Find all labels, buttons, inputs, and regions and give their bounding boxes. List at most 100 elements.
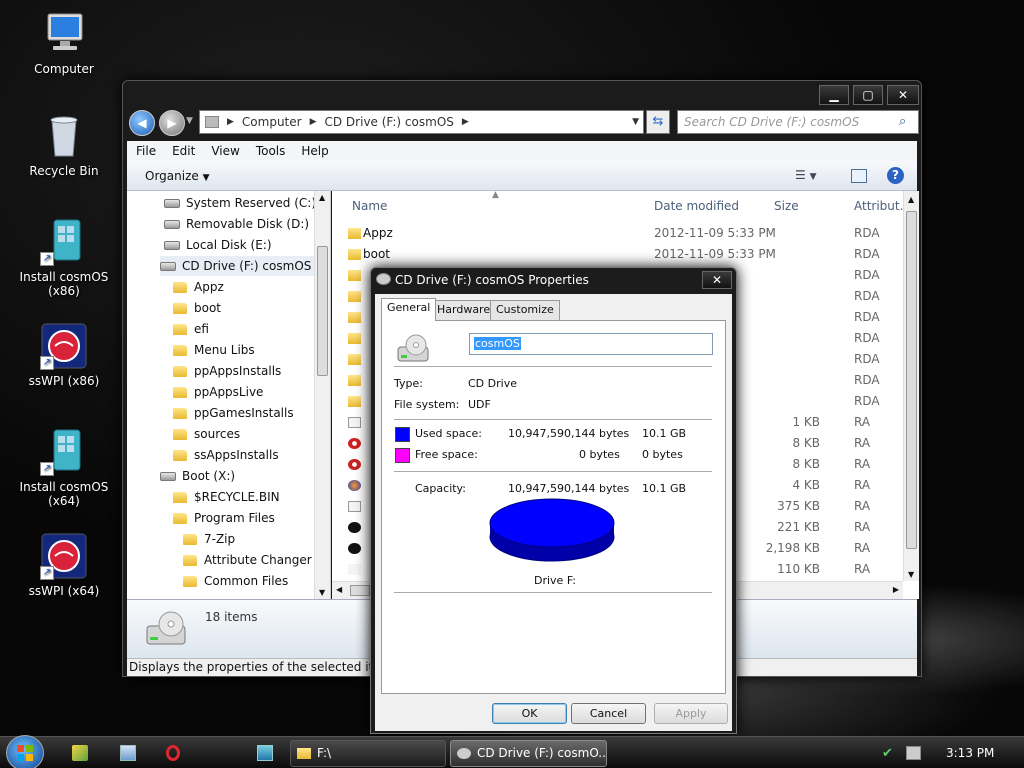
scroll-down-arrow[interactable]: ▼ — [908, 570, 914, 579]
desktop-icon-recycle-bin[interactable]: Recycle Bin — [5, 112, 123, 178]
back-button[interactable]: ◀ — [129, 110, 155, 136]
menu-file[interactable]: File — [136, 141, 156, 161]
scroll-down-arrow[interactable]: ▼ — [319, 588, 325, 597]
tree-item[interactable]: ppAppsLive — [173, 382, 263, 402]
tree-item[interactable]: Menu Libs — [173, 340, 255, 360]
used-space-gb: 10.1 GB — [642, 427, 687, 440]
tree-item[interactable]: $RECYCLE.BIN — [173, 487, 280, 507]
drive-caption: Drive F: — [534, 574, 577, 587]
clock[interactable]: 3:13 PM — [946, 746, 994, 760]
dialog-close-button[interactable]: ✕ — [702, 271, 732, 289]
tree-item[interactable]: CD Drive (F:) cosmOS — [160, 256, 320, 276]
quicklaunch-pencil-icon[interactable] — [72, 745, 88, 761]
tree-item[interactable]: boot — [173, 298, 221, 318]
column-header-name[interactable]: Name — [352, 199, 387, 213]
column-header-date-modified[interactable]: Date modified — [654, 199, 739, 213]
tree-item-label: System Reserved (C:) — [186, 196, 317, 210]
tree-item[interactable]: System Reserved (C:) — [164, 193, 316, 213]
nav-scrollbar[interactable]: ▲ ▼ — [314, 191, 330, 599]
cell-size: 110 KB — [777, 562, 820, 576]
help-icon[interactable]: ? — [887, 167, 904, 184]
cell-size: 375 KB — [777, 499, 820, 513]
preview-pane-button[interactable] — [851, 169, 867, 183]
tree-item[interactable]: Attribute Changer — [183, 550, 312, 570]
breadcrumb-cd-drive[interactable]: CD Drive (F:) cosmOS — [325, 115, 454, 129]
tree-item[interactable]: Common Files — [183, 571, 288, 591]
recent-pages-dropdown[interactable]: ▼ — [186, 116, 193, 126]
desktop-icon-install-cosmos-x64[interactable]: ↗ Install cosmOS (x64) — [5, 428, 123, 508]
search-input[interactable]: Search CD Drive (F:) cosmOS — [677, 110, 919, 134]
desktop-icon-label: Recycle Bin — [29, 164, 99, 178]
tree-item[interactable]: Removable Disk (D:) — [164, 214, 309, 234]
menu-edit[interactable]: Edit — [172, 141, 195, 161]
folder-icon — [173, 386, 187, 398]
search-icon[interactable]: ⌕ — [899, 114, 906, 129]
apply-button[interactable]: Apply — [654, 703, 728, 724]
desktop-icon-sswpi-x86[interactable]: ↗ ssWPI (x86) — [5, 322, 123, 388]
scroll-thumb[interactable] — [317, 246, 328, 376]
desktop-icon-computer[interactable]: Computer — [5, 10, 123, 76]
refresh-button[interactable]: ⇆ — [646, 110, 670, 134]
quicklaunch-network-icon[interactable] — [257, 745, 273, 761]
tree-item[interactable]: Program Files — [173, 508, 275, 528]
taskbar-button-properties[interactable]: CD Drive (F:) cosmO... — [450, 740, 607, 767]
address-dropdown-icon[interactable]: ▼ — [632, 117, 639, 127]
tree-item[interactable]: sources — [173, 424, 240, 444]
tree-item[interactable]: efi — [173, 319, 209, 339]
scroll-thumb[interactable] — [906, 211, 917, 549]
scroll-up-arrow[interactable]: ▲ — [319, 193, 325, 202]
quicklaunch-opera-icon[interactable] — [166, 745, 180, 761]
cell-attr: RA — [854, 478, 871, 492]
column-header-size[interactable]: Size — [774, 199, 799, 213]
ok-button[interactable]: OK — [492, 703, 567, 724]
tree-item[interactable]: 7-Zip — [183, 529, 235, 549]
address-separator-icon[interactable]: ▶ — [462, 117, 469, 127]
quicklaunch-computer-icon[interactable] — [120, 745, 136, 761]
desktop-icon-sswpi-x64[interactable]: ↗ ssWPI (x64) — [5, 532, 123, 598]
close-button[interactable]: ✕ — [887, 85, 919, 105]
views-button[interactable]: ☰ ▼ — [795, 168, 817, 182]
scroll-right-arrow[interactable]: ▶ — [893, 585, 899, 594]
drive-label-input[interactable]: cosmOS — [469, 333, 713, 355]
file-row[interactable]: boot 2012-11-09 5:33 PM RDA — [332, 244, 902, 265]
file-row[interactable]: Appz 2012-11-09 5:33 PM RDA — [332, 223, 902, 244]
breadcrumb-computer[interactable]: Computer — [242, 115, 302, 129]
scroll-up-arrow[interactable]: ▲ — [908, 195, 914, 204]
drive-icon — [160, 471, 176, 481]
scroll-thumb[interactable] — [350, 585, 370, 596]
menu-tools[interactable]: Tools — [256, 141, 286, 161]
tab-general[interactable]: General — [381, 298, 437, 321]
maximize-button[interactable]: ▢ — [853, 85, 883, 105]
tab-hardware[interactable]: Hardware — [431, 300, 497, 320]
address-bar[interactable]: ▶ Computer ▶ CD Drive (F:) cosmOS ▶ ▼ — [199, 110, 644, 134]
address-separator-icon[interactable]: ▶ — [310, 117, 317, 127]
tray-network-icon[interactable] — [906, 746, 921, 760]
organize-button[interactable]: Organize ▼ — [145, 169, 210, 183]
cd-drive-small-icon — [457, 748, 471, 759]
cell-size: 4 KB — [792, 478, 820, 492]
list-scrollbar[interactable]: ▲ ▼ — [903, 191, 919, 581]
disk-usage-pie — [489, 498, 615, 562]
tree-item[interactable]: Local Disk (E:) — [164, 235, 272, 255]
start-button[interactable] — [6, 735, 44, 768]
tray-safely-remove-icon[interactable]: ✔ — [882, 746, 893, 761]
tree-item[interactable]: Boot (X:) — [160, 466, 235, 486]
scroll-left-arrow[interactable]: ◀ — [336, 585, 342, 594]
minimize-button[interactable]: ▁ — [819, 85, 849, 105]
tab-customize[interactable]: Customize — [490, 300, 560, 320]
taskbar-button-explorer[interactable]: F:\ — [290, 740, 446, 767]
cell-attr: RDA — [854, 352, 880, 366]
desktop-icon-install-cosmos-x86[interactable]: ↗ Install cosmOS (x86) — [5, 218, 123, 298]
tree-item[interactable]: Appz — [173, 277, 224, 297]
menu-help[interactable]: Help — [301, 141, 328, 161]
cancel-button[interactable]: Cancel — [571, 703, 646, 724]
menu-view[interactable]: View — [211, 141, 239, 161]
tree-item[interactable]: ssAppsInstalls — [173, 445, 279, 465]
cell-attr: RDA — [854, 226, 880, 240]
file-icon — [348, 417, 361, 428]
tree-item[interactable]: ppAppsInstalls — [173, 361, 281, 381]
tree-item[interactable]: ppGamesInstalls — [173, 403, 294, 423]
capacity-bytes: 10,947,590,144 bytes — [508, 482, 630, 495]
forward-button[interactable]: ▶ — [159, 110, 185, 136]
item-count: 18 items — [205, 610, 258, 624]
